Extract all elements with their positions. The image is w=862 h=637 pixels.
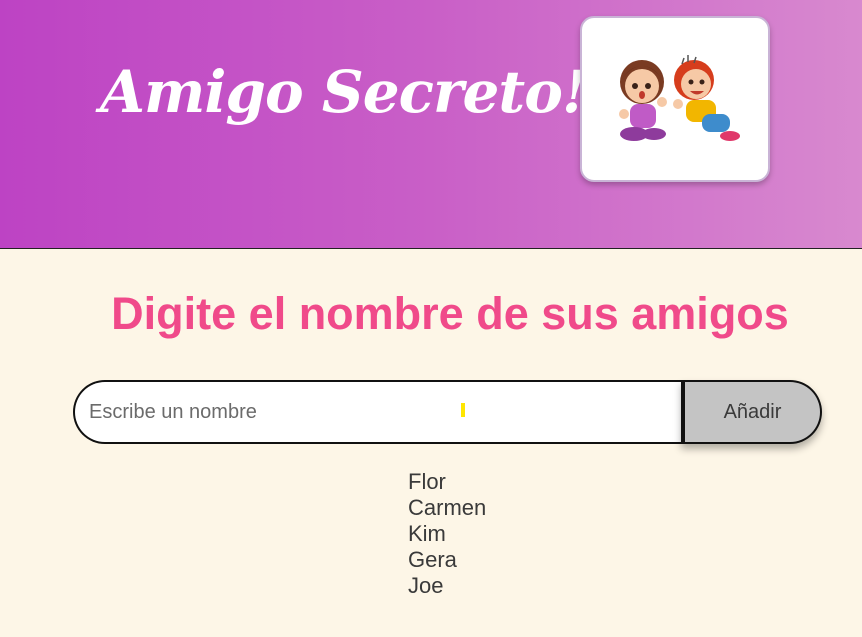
header-banner: Amigo Secreto!! <box>0 0 862 249</box>
list-item: Carmen <box>408 495 487 520</box>
list-item: Joe <box>408 573 444 598</box>
app-title: Amigo Secreto!! <box>100 58 612 126</box>
name-input[interactable] <box>73 380 699 444</box>
mouse-cursor-indicator <box>461 403 465 417</box>
list-item: Flor <box>408 469 446 494</box>
list-item: Gera <box>408 547 457 572</box>
friend-list: Flor Carmen Kim Gera Joe <box>408 469 486 599</box>
list-item: Kim <box>408 521 446 546</box>
main-heading: Digite el nombre de sus amigos <box>111 288 789 339</box>
header-image-card <box>580 16 770 182</box>
add-button[interactable]: Añadir <box>681 380 822 444</box>
add-friend-form: Añadir <box>73 380 823 444</box>
kids-whispering-icon <box>619 55 740 141</box>
